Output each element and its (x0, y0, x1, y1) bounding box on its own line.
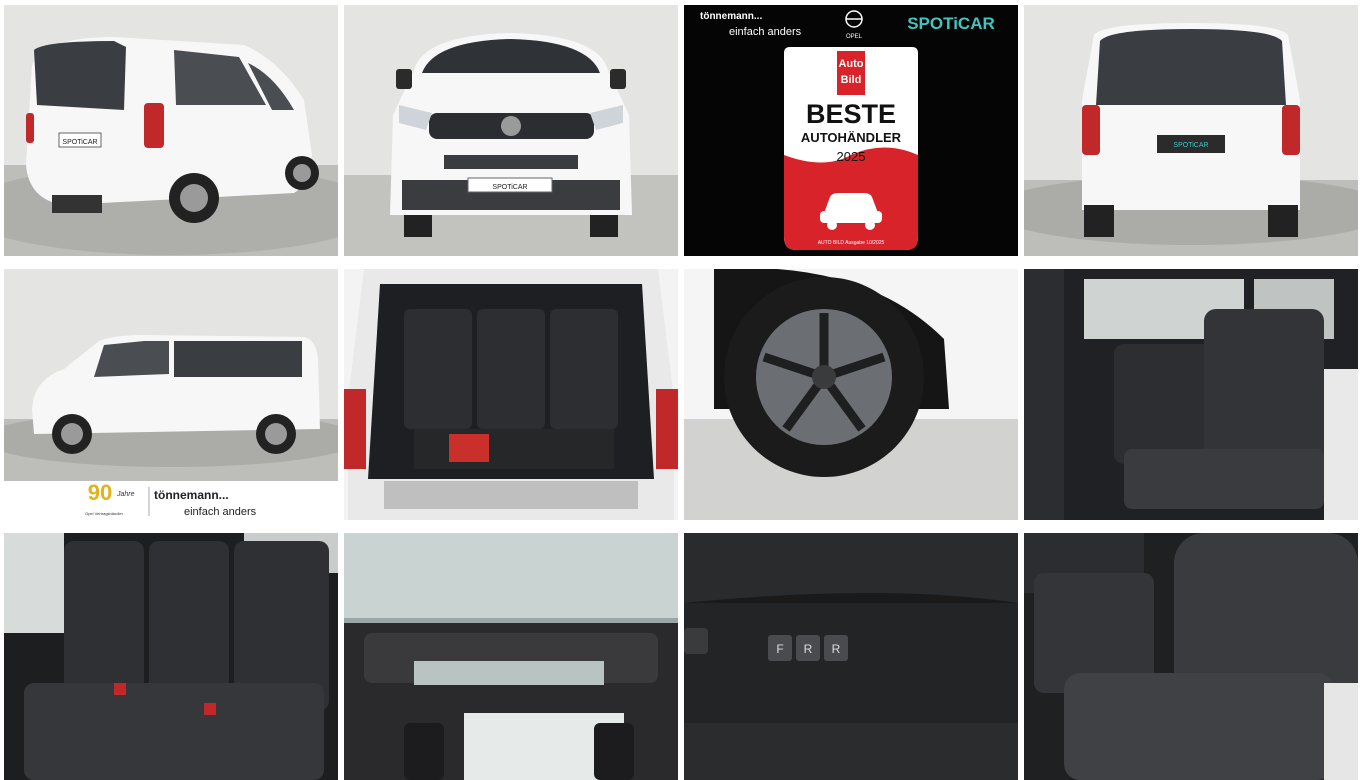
gallery-image-van-rear-three-quarter[interactable]: SPOTiCAR (4, 5, 338, 256)
banner-dealer-name: tönnemann... (154, 488, 229, 502)
van-front-photo: SPOTiCAR (344, 5, 678, 256)
award-magazine-line1: Auto (838, 58, 863, 70)
award-brand: OPEL (846, 34, 863, 40)
award-magazine-line2: Bild (841, 74, 862, 86)
award-subtitle: AUTOHÄNDLER (801, 130, 902, 145)
gallery-image-dealer-award[interactable]: tönnemann... einfach anders OPEL SPOTiCA… (684, 5, 1018, 256)
award-title: BESTE (806, 99, 896, 129)
award-footnote: AUTO BILD Ausgabe 10/2025 (818, 240, 885, 246)
gallery-image-van-rear[interactable]: SPOTiCAR (1024, 5, 1358, 256)
panoramic-roof-photo (344, 533, 678, 780)
rear-plate-text-2: SPOTiCAR (1173, 142, 1208, 149)
seat-button-2[interactable]: R (804, 642, 813, 656)
award-program: SPOTiCAR (907, 14, 995, 33)
van-side-profile-photo: 90 Jahre Opel Vertragshändler tönnemann.… (4, 269, 338, 520)
gallery-image-interior-seats[interactable] (1024, 269, 1358, 520)
gallery-image-rear-bench[interactable] (4, 533, 338, 780)
gallery-image-open-trunk[interactable] (344, 269, 678, 520)
banner-anniversary-caption: Opel Vertragshändler (85, 511, 123, 516)
award-dealer-slogan: einfach anders (729, 26, 802, 38)
seat-button-3[interactable]: R (832, 642, 841, 656)
van-rear-three-quarter-photo: SPOTiCAR (4, 5, 338, 256)
award-dealer-name: tönnemann... (700, 11, 762, 22)
banner-dealer-slogan: einfach anders (184, 506, 257, 518)
award-year: 2025 (837, 149, 866, 164)
rear-plate-text: SPOTiCAR (62, 139, 97, 146)
gallery-image-seat-controls[interactable]: F R R (684, 533, 1018, 780)
front-plate-text: SPOTiCAR (492, 184, 527, 191)
rear-bench-photo (4, 533, 338, 780)
interior-seats-photo (1024, 269, 1358, 520)
gallery-image-driver-seat[interactable] (1024, 533, 1358, 780)
seat-button-1[interactable]: F (776, 642, 783, 656)
gallery-image-panoramic-roof[interactable] (344, 533, 678, 780)
gallery-image-wheel[interactable] (684, 269, 1018, 520)
van-rear-photo: SPOTiCAR (1024, 5, 1358, 256)
banner-anniversary-number: 90 (88, 480, 112, 505)
banner-anniversary-word: Jahre (116, 491, 135, 498)
open-trunk-photo (344, 269, 678, 520)
gallery-image-van-front[interactable]: SPOTiCAR (344, 5, 678, 256)
seat-controls-photo: F R R (684, 533, 1018, 780)
gallery-image-van-side-profile[interactable]: 90 Jahre Opel Vertragshändler tönnemann.… (4, 269, 338, 520)
wheel-photo (684, 269, 1018, 520)
award-graphic: tönnemann... einfach anders OPEL SPOTiCA… (684, 5, 1018, 256)
seat-memory-buttons: F R R (768, 635, 848, 661)
driver-seat-photo (1024, 533, 1358, 780)
